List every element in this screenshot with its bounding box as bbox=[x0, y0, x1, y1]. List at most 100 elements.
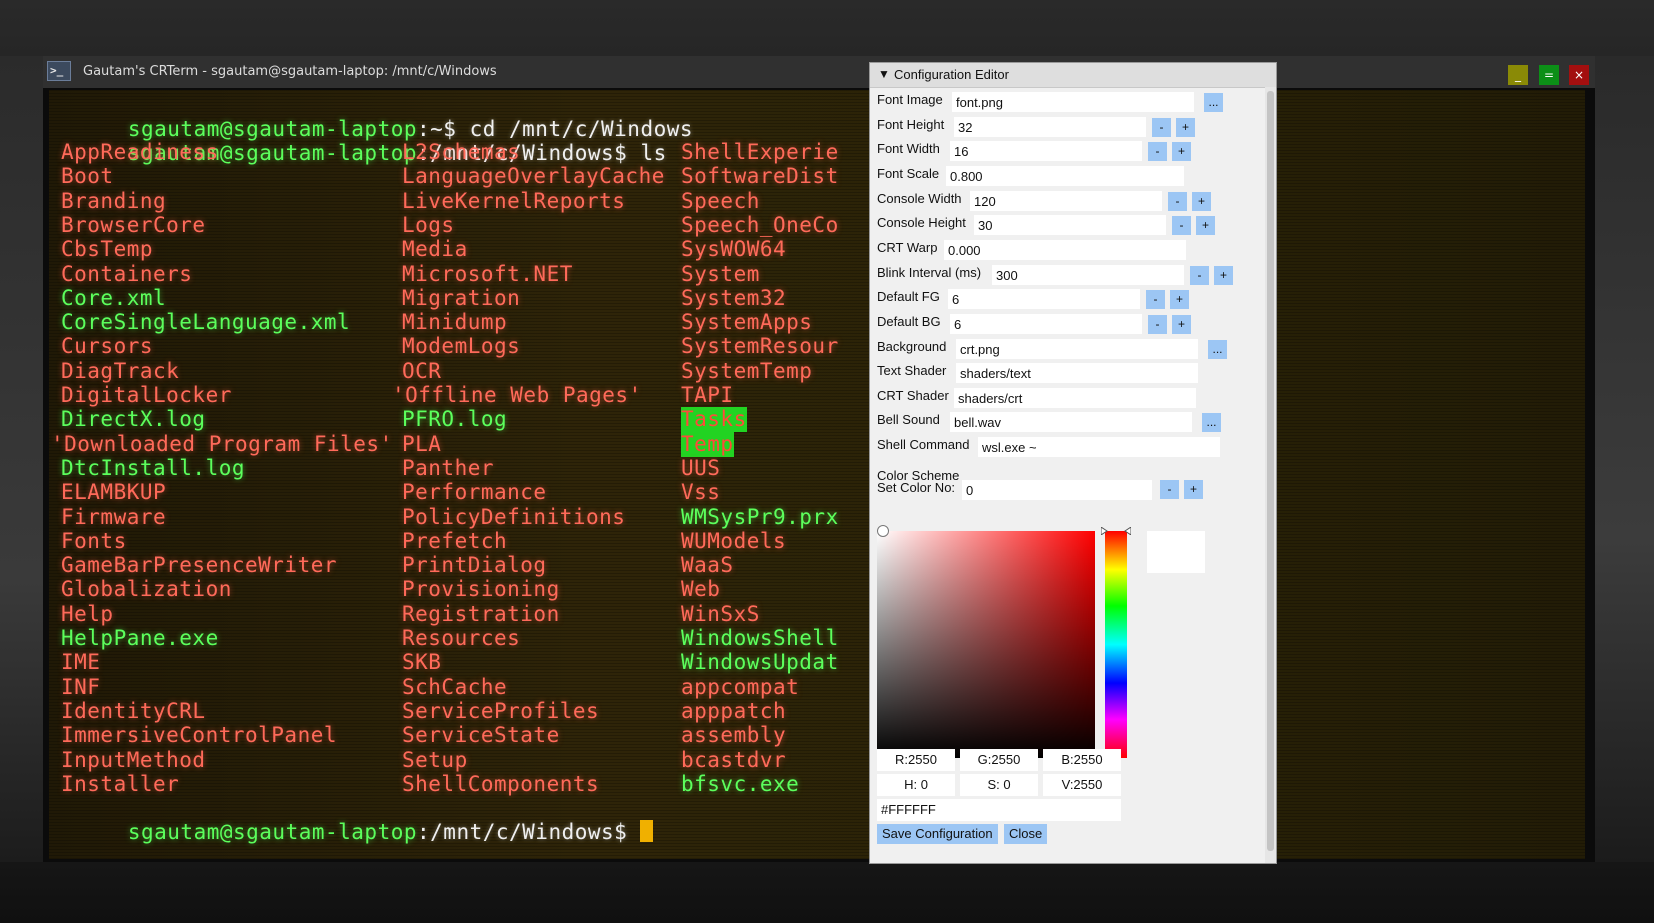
field-input[interactable] bbox=[974, 215, 1166, 235]
file-entry: LanguageOverlayCache bbox=[402, 164, 665, 188]
file-entry: PLA bbox=[402, 432, 442, 456]
command-text: ls bbox=[640, 141, 667, 165]
field-input[interactable] bbox=[946, 166, 1184, 186]
green-value-field[interactable]: G:2550 bbox=[960, 749, 1038, 771]
file-entry: DigitalLocker bbox=[61, 383, 232, 407]
file-entry: DiagTrack bbox=[61, 359, 180, 383]
set-color-decrement-button[interactable]: - bbox=[1160, 480, 1179, 499]
hex-color-field[interactable]: #FFFFFF bbox=[877, 799, 1121, 821]
decrement-button[interactable]: - bbox=[1172, 216, 1191, 235]
increment-button[interactable]: + bbox=[1170, 290, 1189, 309]
file-entry: SystemResour bbox=[681, 334, 839, 358]
field-input[interactable] bbox=[950, 412, 1192, 432]
file-entry: GameBarPresenceWriter bbox=[61, 553, 338, 577]
field-input[interactable] bbox=[956, 363, 1198, 383]
field-label: Font Width bbox=[877, 141, 940, 156]
decrement-button[interactable]: - bbox=[1146, 290, 1165, 309]
file-entry: PrintDialog bbox=[402, 553, 547, 577]
field-input[interactable] bbox=[954, 388, 1196, 408]
file-entry: SystemApps bbox=[681, 310, 813, 334]
file-entry: apppatch bbox=[681, 699, 787, 723]
saturation-value-field[interactable]: S: 0 bbox=[960, 774, 1038, 796]
saturation-value-picker[interactable] bbox=[877, 525, 1095, 758]
file-entry: Migration bbox=[402, 286, 521, 310]
file-entry: bfsvc.exe bbox=[681, 772, 800, 796]
hue-value-field[interactable]: H: 0 bbox=[877, 774, 955, 796]
close-window-button[interactable]: × bbox=[1569, 65, 1589, 85]
set-color-label: Set Color No: bbox=[877, 480, 956, 495]
file-entry: System32 bbox=[681, 286, 787, 310]
file-entry: Cursors bbox=[61, 334, 154, 358]
minimize-button[interactable]: _ bbox=[1508, 65, 1528, 85]
increment-button[interactable]: + bbox=[1214, 266, 1233, 285]
file-entry: ModemLogs bbox=[402, 334, 521, 358]
picker-handle[interactable] bbox=[877, 525, 889, 537]
field-input[interactable] bbox=[950, 314, 1142, 334]
browse-button[interactable]: ... bbox=[1208, 340, 1227, 359]
increment-button[interactable]: + bbox=[1196, 216, 1215, 235]
field-label: CRT Shader bbox=[877, 388, 949, 403]
file-entry: ImmersiveControlPanel bbox=[61, 723, 338, 747]
hue-marker-icon[interactable] bbox=[1101, 527, 1131, 535]
field-label: Blink Interval (ms) bbox=[877, 265, 982, 280]
increment-button[interactable]: + bbox=[1172, 142, 1191, 161]
scrollbar-thumb[interactable] bbox=[1267, 91, 1274, 851]
configuration-editor-panel: ▼ Configuration Editor Font Image... Font… bbox=[870, 63, 1276, 863]
file-entry: Panther bbox=[402, 456, 495, 480]
file-entry: PolicyDefinitions bbox=[402, 505, 626, 529]
file-entry: CbsTemp bbox=[61, 237, 154, 261]
decrement-button[interactable]: - bbox=[1152, 118, 1171, 137]
increment-button[interactable]: + bbox=[1172, 315, 1191, 334]
file-entry: bcastdvr bbox=[681, 748, 787, 772]
file-entry: AppReadiness bbox=[61, 140, 219, 164]
decrement-button[interactable]: - bbox=[1148, 142, 1167, 161]
file-entry: Temp bbox=[681, 432, 734, 457]
title-bar[interactable]: >_ Gautam's CRTerm - sgautam@sgautam-lap… bbox=[43, 56, 1595, 88]
field-input[interactable] bbox=[944, 240, 1186, 260]
set-color-increment-button[interactable]: + bbox=[1184, 480, 1203, 499]
close-config-button[interactable]: Close bbox=[1004, 824, 1048, 844]
desktop-background bbox=[0, 0, 1654, 56]
save-configuration-button[interactable]: Save Configuration bbox=[877, 824, 998, 844]
desktop-background-right bbox=[1595, 56, 1654, 862]
prompt-user-host: sgautam@sgautam-laptop bbox=[127, 820, 418, 844]
field-input[interactable] bbox=[992, 265, 1184, 285]
field-label: Background bbox=[877, 339, 947, 354]
field-label: Console Height bbox=[877, 215, 966, 230]
increment-button[interactable]: + bbox=[1192, 192, 1211, 211]
increment-button[interactable]: + bbox=[1176, 118, 1195, 137]
field-label: Text Shader bbox=[877, 363, 947, 378]
value-value-field[interactable]: V:2550 bbox=[1043, 774, 1121, 796]
decrement-button[interactable]: - bbox=[1148, 315, 1167, 334]
file-entry: appcompat bbox=[681, 675, 800, 699]
collapse-triangle-icon[interactable]: ▼ bbox=[878, 67, 890, 81]
decrement-button[interactable]: - bbox=[1168, 192, 1187, 211]
file-entry: SchCache bbox=[402, 675, 508, 699]
field-input[interactable] bbox=[954, 117, 1146, 137]
prompt-path: :/mnt/c/Windows$ bbox=[417, 820, 641, 844]
terminal-screen[interactable]: sgautam@sgautam-laptop:~$ cd /mnt/c/Wind… bbox=[49, 90, 1585, 859]
file-entry: Microsoft.NET bbox=[402, 262, 573, 286]
config-scrollbar[interactable] bbox=[1265, 87, 1276, 863]
decrement-button[interactable]: - bbox=[1190, 266, 1209, 285]
browse-button[interactable]: ... bbox=[1202, 413, 1221, 432]
field-input[interactable] bbox=[948, 289, 1140, 309]
file-entry: Globalization bbox=[61, 577, 232, 601]
file-entry: Vss bbox=[681, 480, 721, 504]
file-entry: WaaS bbox=[681, 553, 734, 577]
hue-slider[interactable] bbox=[1105, 531, 1127, 758]
browse-button[interactable]: ... bbox=[1204, 93, 1223, 112]
config-header[interactable]: ▼ Configuration Editor bbox=[870, 63, 1276, 88]
field-input[interactable] bbox=[950, 141, 1142, 161]
field-input[interactable] bbox=[952, 92, 1194, 112]
field-input[interactable] bbox=[978, 437, 1220, 457]
maximize-button[interactable]: = bbox=[1539, 65, 1559, 85]
file-entry: Installer bbox=[61, 772, 180, 796]
file-entry: Core.xml bbox=[61, 286, 167, 310]
file-entry: DtcInstall.log bbox=[61, 456, 246, 480]
field-input[interactable] bbox=[970, 191, 1162, 211]
set-color-input[interactable] bbox=[962, 480, 1152, 500]
field-input[interactable] bbox=[956, 339, 1198, 359]
blue-value-field[interactable]: B:2550 bbox=[1043, 749, 1121, 771]
red-value-field[interactable]: R:2550 bbox=[877, 749, 955, 771]
